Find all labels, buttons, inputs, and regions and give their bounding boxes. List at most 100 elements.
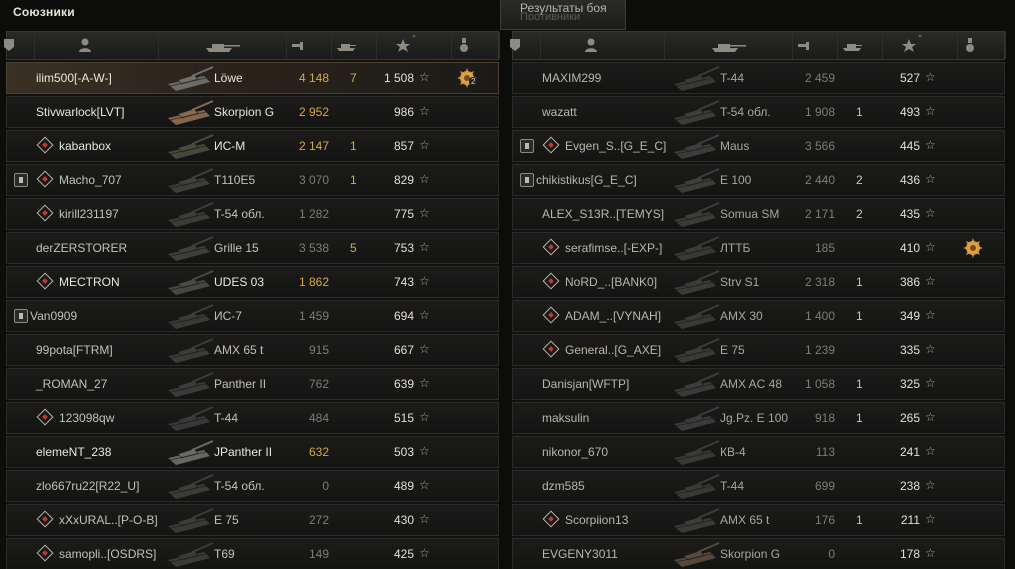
player-row[interactable]: Macho_707 T110E5 3 070 1 829 ☆ bbox=[6, 164, 499, 196]
badge-column-header[interactable] bbox=[3, 32, 35, 59]
player-name[interactable]: Macho_707 bbox=[59, 173, 122, 187]
player-row[interactable]: dzm585 T-44 699 238 ☆ bbox=[512, 470, 1005, 502]
player-column-icon bbox=[78, 38, 91, 52]
player-row[interactable]: elemeNT_238 JPanther II 632 503 ☆ bbox=[6, 436, 499, 468]
star-icon: ☆ bbox=[419, 546, 430, 560]
player-row[interactable]: MECTRON UDES 03 1 862 743 ☆ bbox=[6, 266, 499, 298]
player-row[interactable]: 123098qw T-44 484 515 ☆ bbox=[6, 402, 499, 434]
player-row[interactable]: EVGENY3011 Skorpion G 0 178 ☆ bbox=[512, 538, 1005, 569]
star-icon: ☆ bbox=[925, 410, 936, 424]
player-name[interactable]: _ROMAN_27 bbox=[36, 377, 107, 391]
xp-column-header[interactable]: ⌄ bbox=[883, 32, 958, 59]
xp-value: 241 bbox=[899, 445, 920, 459]
player-row[interactable]: samopli..[OSDRS] T69 149 425 ☆ bbox=[6, 538, 499, 569]
frags-value: 1 bbox=[856, 513, 863, 527]
badge-column-icon bbox=[509, 39, 520, 51]
star-icon: ☆ bbox=[925, 342, 936, 356]
player-row[interactable]: chikistikus[G_E_C] E 100 2 440 2 436 ☆ bbox=[512, 164, 1005, 196]
player-column-header[interactable] bbox=[541, 32, 665, 59]
player-row[interactable]: Scorpiion13 AMX 65 t 176 1 211 ☆ bbox=[512, 504, 1005, 536]
player-row[interactable]: _ROMAN_27 Panther II 762 639 ☆ bbox=[6, 368, 499, 400]
player-row[interactable]: Van0909 ИС-7 1 459 694 ☆ bbox=[6, 300, 499, 332]
player-name[interactable]: Danisjan[WFTP] bbox=[542, 377, 629, 391]
vehicle-name: Strv S1 bbox=[720, 275, 760, 289]
player-row[interactable]: 99pota[FTRM] AMX 65 t 915 667 ☆ bbox=[6, 334, 499, 366]
damage-value: 915 bbox=[308, 343, 329, 357]
player-name[interactable]: serafimse..[-EXP-] bbox=[565, 241, 662, 255]
player-name[interactable]: samopli..[OSDRS] bbox=[59, 547, 156, 561]
tank-image bbox=[164, 540, 214, 569]
player-name[interactable]: dzm585 bbox=[542, 479, 585, 493]
player-name[interactable]: EVGENY3011 bbox=[542, 547, 618, 561]
vehicle-name: КВ-4 bbox=[720, 445, 746, 459]
player-row[interactable]: kirill231197 T-54 обл. 1 282 775 ☆ bbox=[6, 198, 499, 230]
player-row[interactable]: derZERSTORER Grille 15 3 538 5 753 ☆ bbox=[6, 232, 499, 264]
player-name[interactable]: MAXIM299 bbox=[542, 71, 601, 85]
badge-column-header[interactable] bbox=[509, 32, 541, 59]
player-name[interactable]: xXxURAL..[P-O-B] bbox=[59, 513, 158, 527]
player-name[interactable]: nikonor_670 bbox=[542, 445, 608, 459]
player-name[interactable]: zlo667ru22[R22_U] bbox=[36, 479, 139, 493]
player-name[interactable]: 123098qw bbox=[59, 411, 114, 425]
star-icon: ☆ bbox=[419, 342, 430, 356]
player-row[interactable]: Stivwarlock[LVT] Skorpion G 2 952 986 ☆ bbox=[6, 96, 499, 128]
player-name[interactable]: derZERSTORER bbox=[36, 241, 127, 255]
player-row[interactable]: NoRD_..[BANK0] Strv S1 2 318 1 386 ☆ bbox=[512, 266, 1005, 298]
player-row[interactable]: kabanbox ИС-М 2 147 1 857 ☆ bbox=[6, 130, 499, 162]
player-name[interactable]: kirill231197 bbox=[59, 207, 119, 221]
player-name[interactable]: ADAM_..[VYNAH] bbox=[565, 309, 661, 323]
frags-column-header[interactable] bbox=[332, 32, 377, 59]
damage-value: 149 bbox=[308, 547, 329, 561]
player-row[interactable]: Danisjan[WFTP] AMX AC 48 1 058 1 325 ☆ bbox=[512, 368, 1005, 400]
player-name[interactable]: Van0909 bbox=[30, 309, 77, 323]
player-name[interactable]: Evgen_S..[G_E_C] bbox=[565, 139, 666, 153]
player-name[interactable]: MECTRON bbox=[59, 275, 120, 289]
frags-value: 1 bbox=[350, 139, 357, 153]
tank-image bbox=[670, 370, 720, 399]
player-row[interactable]: ilim500[-A-W-] Löwe 4 148 7 1 508 ☆ 2 bbox=[6, 62, 499, 94]
player-row[interactable]: zlo667ru22[R22_U] T-54 обл. 0 489 ☆ bbox=[6, 470, 499, 502]
xp-value: 436 bbox=[899, 173, 920, 187]
frags-column-header[interactable] bbox=[838, 32, 883, 59]
battle-results-screen: Союзники Противники Результаты боя ⌄ ilim… bbox=[0, 0, 1015, 569]
vehicle-column-header[interactable] bbox=[159, 32, 287, 59]
player-name[interactable]: Stivwarlock[LVT] bbox=[36, 105, 124, 119]
medal-column-header[interactable] bbox=[958, 32, 1006, 59]
player-name[interactable]: wazatt bbox=[542, 105, 577, 119]
player-row[interactable]: ALEX_S13R..[TEMYS] Somua SM 2 171 2 435 ☆ bbox=[512, 198, 1005, 230]
vehicle-column-header[interactable] bbox=[665, 32, 793, 59]
player-row[interactable]: serafimse..[-EXP-] ЛТТБ 185 410 ☆ bbox=[512, 232, 1005, 264]
player-name[interactable]: maksulin bbox=[542, 411, 589, 425]
player-name[interactable]: NoRD_..[BANK0] bbox=[565, 275, 657, 289]
vehicle-name: AMX 65 t bbox=[720, 513, 770, 527]
player-name[interactable]: Scorpiion13 bbox=[565, 513, 628, 527]
damage-value: 762 bbox=[308, 377, 329, 391]
player-name[interactable]: chikistikus[G_E_C] bbox=[536, 173, 637, 187]
player-row[interactable]: maksulin Jg.Pz. E 100 918 1 265 ☆ bbox=[512, 402, 1005, 434]
player-row[interactable]: wazatt T-54 обл. 1 908 1 493 ☆ bbox=[512, 96, 1005, 128]
player-name[interactable]: General..[G_AXE] bbox=[565, 343, 661, 357]
player-name[interactable]: 99pota[FTRM] bbox=[36, 343, 113, 357]
damage-column-header[interactable] bbox=[287, 32, 332, 59]
player-name[interactable]: kabanbox bbox=[59, 139, 111, 153]
damage-column-header[interactable] bbox=[793, 32, 838, 59]
player-column-header[interactable] bbox=[35, 32, 159, 59]
player-row[interactable]: xXxURAL..[P-O-B] E 75 272 430 ☆ bbox=[6, 504, 499, 536]
player-name[interactable]: ilim500[-A-W-] bbox=[36, 71, 112, 85]
player-row[interactable]: ADAM_..[VYNAH] AMX 30 1 400 1 349 ☆ bbox=[512, 300, 1005, 332]
player-row[interactable]: Evgen_S..[G_E_C] Maus 3 566 445 ☆ bbox=[512, 130, 1005, 162]
damage-value: 1 459 bbox=[298, 309, 329, 323]
achievement-medal[interactable] bbox=[962, 237, 984, 259]
badge-icon bbox=[520, 173, 534, 187]
player-row[interactable]: General..[G_AXE] E 75 1 239 335 ☆ bbox=[512, 334, 1005, 366]
xp-column-header[interactable]: ⌄ bbox=[377, 32, 452, 59]
tank-icon bbox=[168, 134, 214, 159]
vehicle-name: T-44 bbox=[720, 479, 745, 493]
player-row[interactable]: MAXIM299 T-44 2 459 527 ☆ bbox=[512, 62, 1005, 94]
vehicle-column-icon bbox=[205, 44, 240, 52]
frags-value: 1 bbox=[350, 173, 357, 187]
medal-column-header[interactable] bbox=[452, 32, 500, 59]
player-row[interactable]: nikonor_670 КВ-4 113 241 ☆ bbox=[512, 436, 1005, 468]
player-name[interactable]: elemeNT_238 bbox=[36, 445, 111, 459]
player-name[interactable]: ALEX_S13R..[TEMYS] bbox=[542, 207, 664, 221]
